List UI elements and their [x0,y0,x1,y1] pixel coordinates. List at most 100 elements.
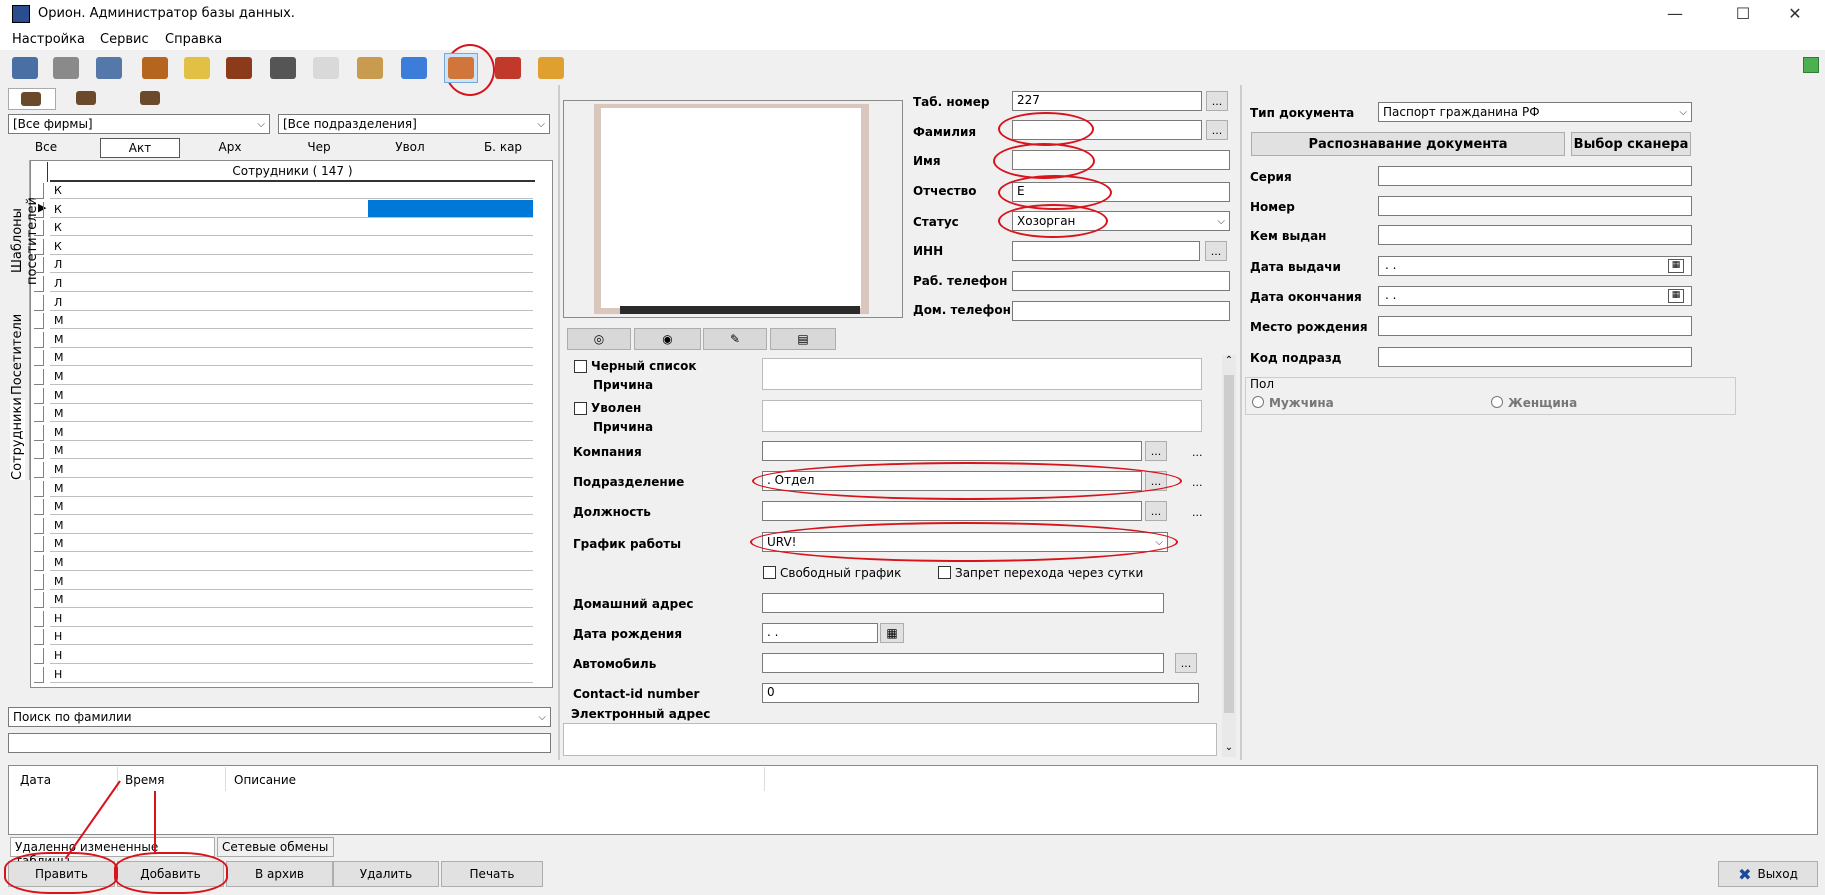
filter-tab-3[interactable]: Арх [185,138,275,158]
log-col-description[interactable]: Описание [234,773,296,787]
splitter-right[interactable] [1240,85,1242,760]
scroll-thumb[interactable] [1224,375,1234,713]
table-cell[interactable] [368,499,533,516]
exit-button[interactable]: ✖ Выход [1718,861,1818,887]
maximize-button[interactable]: ☐ [1720,2,1766,26]
series-input[interactable] [1378,166,1692,186]
scroll-down-icon[interactable]: ⌄ [1222,742,1236,756]
table-cell[interactable] [368,592,533,609]
female-radio[interactable] [1491,396,1503,408]
camera-button[interactable]: ◎ [567,328,631,350]
menu-help[interactable]: Справка [165,32,222,47]
row-indicator[interactable] [34,462,44,478]
row-indicator[interactable] [34,480,44,497]
toolbar-button-5[interactable] [180,53,214,83]
toolbar-button-10[interactable] [397,53,431,83]
filter-tab-4[interactable]: Чер [275,138,363,158]
tab-number-input[interactable]: 227 [1012,91,1202,111]
filter-tab-5[interactable]: Увол [365,138,455,158]
email-textarea[interactable] [563,723,1217,756]
row-indicator[interactable] [34,276,44,292]
toolbar-button-1[interactable] [8,53,42,83]
mode-templates-tab[interactable] [136,88,166,110]
table-cell[interactable] [368,202,533,218]
delete-button[interactable]: Удалить [333,861,439,887]
row-indicator[interactable] [34,331,44,348]
toolbar-button-3[interactable] [92,53,126,83]
table-cell[interactable] [368,369,533,385]
department-filter-select[interactable]: [Все подразделения] ⌵ [278,114,550,134]
row-indicator[interactable] [34,499,44,516]
edit-photo-button[interactable]: ✎ [703,328,767,350]
company-input[interactable] [762,441,1142,461]
row-indicator[interactable] [34,350,44,367]
row-indicator[interactable] [34,666,44,683]
inn-input[interactable] [1012,241,1200,261]
search-mode-select[interactable]: Поиск по фамилии ⌵ [8,707,551,727]
table-cell[interactable] [368,629,533,646]
mode-employees-tab[interactable] [8,88,56,110]
print-button[interactable]: Печать [441,861,543,887]
select-scanner-button[interactable]: Выбор сканера [1571,132,1691,156]
table-cell[interactable] [368,536,533,553]
surname-more-button[interactable]: ... [1206,120,1228,140]
calendar-icon[interactable]: ▦ [1668,289,1684,303]
toolbar-button-9[interactable] [353,53,387,83]
no-day-cross-checkbox[interactable] [938,566,951,579]
filter-tab-6[interactable]: Б. кар [458,138,548,158]
blacklist-checkbox[interactable] [574,360,587,373]
table-cell[interactable] [368,183,533,199]
row-indicator[interactable] [34,424,44,441]
row-indicator[interactable] [34,555,44,571]
company-more-button[interactable]: ... [1145,441,1167,461]
toolbar-button-4[interactable] [138,53,172,83]
company-extra-dots[interactable]: ... [1192,446,1203,459]
splitter-left[interactable] [558,85,560,760]
car-more-button[interactable]: ... [1175,653,1197,673]
tab-network-exchanges[interactable]: Сетевые обмены [217,837,334,857]
log-col-time[interactable]: Время [125,773,165,787]
row-indicator[interactable] [34,443,44,460]
table-cell[interactable] [368,574,533,590]
filter-tab-2[interactable]: Акт [100,138,180,158]
calendar-icon[interactable]: ▦ [1668,259,1684,273]
table-cell[interactable] [368,443,533,460]
table-cell[interactable] [368,518,533,534]
dept-code-input[interactable] [1378,347,1692,367]
table-cell[interactable] [368,425,533,441]
issuer-input[interactable] [1378,225,1692,245]
table-cell[interactable] [368,350,533,367]
row-indicator[interactable] [34,183,44,199]
toolbar-button-13[interactable] [534,53,568,83]
male-radio[interactable] [1252,396,1264,408]
table-cell[interactable] [368,648,533,664]
department-extra-dots[interactable]: ... [1192,476,1203,489]
row-indicator[interactable] [34,406,44,423]
end-date-input[interactable]: . . [1378,286,1692,306]
inn-more-button[interactable]: ... [1205,241,1227,261]
toolbar-button-12[interactable] [491,53,525,83]
row-indicator[interactable] [34,220,44,237]
row-indicator[interactable] [34,648,44,664]
menu-service[interactable]: Сервис [100,32,149,47]
row-indicator[interactable] [34,536,44,553]
toolbar-button-6[interactable] [222,53,256,83]
table-cell[interactable] [368,462,533,478]
birth-date-picker[interactable]: ▦ [880,623,904,643]
row-indicator[interactable] [34,629,44,646]
free-schedule-checkbox[interactable] [763,566,776,579]
load-photo-button[interactable]: ◉ [634,328,701,350]
close-button[interactable]: ✕ [1772,2,1818,26]
toolbar-button-7[interactable] [266,53,300,83]
table-cell[interactable] [368,239,533,255]
doc-type-select[interactable]: Паспорт гражданина РФ ⌵ [1378,102,1692,122]
table-cell[interactable] [368,295,533,311]
search-input[interactable] [8,733,551,753]
filter-tab-1[interactable]: Все [8,138,84,158]
table-cell[interactable] [368,667,533,683]
minimize-button[interactable]: — [1652,2,1698,26]
table-cell[interactable] [368,257,533,274]
contact-id-input[interactable]: 0 [762,683,1199,703]
mode-visitors-tab[interactable] [72,88,102,110]
row-indicator[interactable] [34,517,44,534]
